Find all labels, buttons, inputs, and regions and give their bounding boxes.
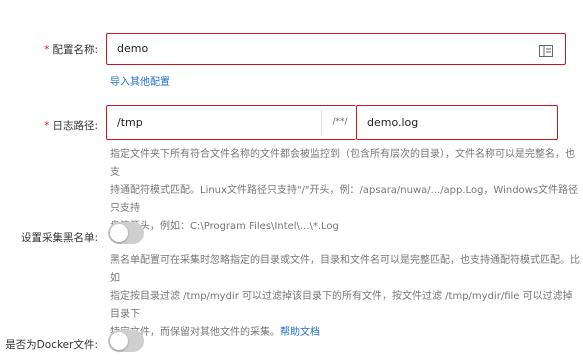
log-path-label: * 日志路径: <box>20 118 98 133</box>
required-marker: * <box>44 44 50 56</box>
help-doc-link[interactable]: 帮助文档 <box>280 327 320 338</box>
import-config-link[interactable]: 导入其他配置 <box>110 73 170 88</box>
toggle-knob <box>110 332 128 350</box>
docker-toggle[interactable] <box>108 330 144 352</box>
log-path-help: 指定文件夹下所有符合文件名称的文件都会被监控到（包含所有层次的目录），文件名称可… <box>110 146 580 236</box>
toggle-knob <box>110 224 128 242</box>
log-filename-value: demo.log <box>367 116 419 129</box>
blacklist-label: 设置采集黑名单: <box>20 232 98 244</box>
log-filename-input[interactable]: demo.log <box>356 105 558 140</box>
config-name-input[interactable]: demo <box>106 33 566 65</box>
config-name-value: demo <box>117 42 149 55</box>
docker-label: 是否为Docker文件: <box>5 339 98 351</box>
blacklist-help-line: 黑名单配置可在采集时忽略指定的目录或文件，目录和文件名可以是完整匹配，也支持通配… <box>110 255 580 284</box>
log-path-help-line: 指定文件夹下所有符合文件名称的文件都会被监控到（包含所有层次的目录），文件名称可… <box>110 149 575 178</box>
config-name-label-text: 配置名称: <box>52 44 98 56</box>
required-marker: * <box>44 120 50 132</box>
list-icon[interactable] <box>539 42 553 57</box>
config-name-label: * 配置名称: <box>20 42 98 57</box>
blacklist-toggle[interactable] <box>108 222 144 244</box>
path-separator-text: /**/ <box>332 117 348 127</box>
blacklist-help-line: 特定文件，而保留对其他文件的采集。帮助文档 <box>110 324 580 342</box>
log-directory-value: /tmp <box>117 116 143 129</box>
log-path-label-text: 日志路径: <box>52 120 98 132</box>
log-directory-input[interactable]: /tmp <box>106 105 356 140</box>
blacklist-help: 黑名单配置可在采集时忽略指定的目录或文件，目录和文件名可以是完整匹配，也支持通配… <box>110 252 580 342</box>
blacklist-help-line: 指定按目录过滤 /tmp/mydir 可以过滤掉该目录下的所有文件，按文件过滤 … <box>110 291 573 320</box>
log-path-help-line: 盘符开头，例如：C:\Program Files\Intel\...\*.Log <box>110 221 339 232</box>
path-separator: /**/ <box>321 110 359 135</box>
log-path-help-line: 持通配符模式匹配。Linux文件路径只支持"/"开头，例：/apsara/nuw… <box>110 185 579 214</box>
